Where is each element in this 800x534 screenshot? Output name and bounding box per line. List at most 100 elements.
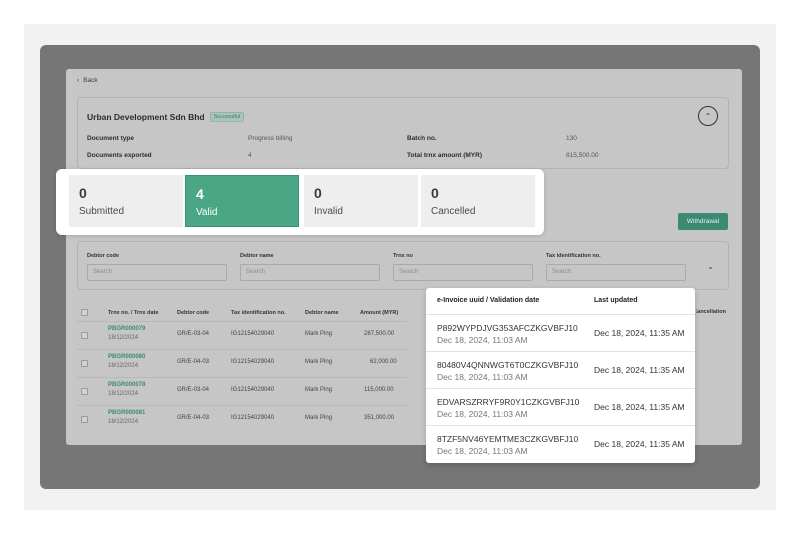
stat-valid[interactable]: 4 Valid xyxy=(185,175,299,227)
table-row[interactable]: PBGR000081 18/12/2024 GR/E-04-03 IG12154… xyxy=(77,405,407,433)
stat-cancelled-label: Cancelled xyxy=(431,206,476,217)
total-amount-label: Total trnx amount (MYR) xyxy=(407,152,482,159)
trnx-number[interactable]: PBGR000080 xyxy=(108,354,145,360)
tax-id: IG12154029040 xyxy=(231,387,275,393)
validation-date: Dec 18, 2024, 11:03 AM xyxy=(437,335,528,345)
einvoice-uuid: 80480V4QNNWGT6T0CZKGVBFJ10 xyxy=(437,360,579,370)
validation-date: Dec 18, 2024, 11:03 AM xyxy=(437,372,528,382)
trnx-date: 18/12/2024 xyxy=(108,335,139,341)
stat-valid-count: 4 xyxy=(196,186,204,202)
popup-row: 8TZF5NV46YEMTME3CZKGVBFJ10 Dec 18, 2024,… xyxy=(426,425,695,462)
popup-row: P892WYPDJVG353AFCZKGVBFJ10 Dec 18, 2024,… xyxy=(426,314,695,351)
tax-id: IG12154029040 xyxy=(231,359,275,365)
column-header-debtor-name: Debtor name xyxy=(305,310,339,316)
popup-header-uuid: e-Invoice uuid / Validation date xyxy=(437,297,540,304)
stat-cancelled[interactable]: 0 Cancelled xyxy=(421,175,535,227)
debtor-name: Mark Ping xyxy=(305,331,333,337)
debtor-name-search-input[interactable]: Search xyxy=(240,264,380,281)
last-updated: Dec 18, 2024, 11:35 AM xyxy=(594,439,685,449)
trnx-date: 18/12/2024 xyxy=(108,419,139,425)
amount: 62,000.00 xyxy=(370,359,397,365)
stat-submitted[interactable]: 0 Submitted xyxy=(69,175,183,227)
table-row[interactable]: PBGR000079 18/12/2024 GR/E-03-04 IG12154… xyxy=(77,321,407,349)
documents-exported-label: Documents exported xyxy=(87,152,152,159)
tax-id-search-input[interactable]: Search xyxy=(546,264,686,281)
last-updated: Dec 18, 2024, 11:35 AM xyxy=(594,402,685,412)
popup-row: EDVARSZRRYF9R0Y1CZKGVBFJ10 Dec 18, 2024,… xyxy=(426,388,695,425)
document-type-value: Progress billing xyxy=(248,135,293,142)
debtor-name: Mark Ping xyxy=(305,359,333,365)
select-all-checkbox[interactable] xyxy=(81,309,88,316)
einvoice-uuid: 8TZF5NV46YEMTME3CZKGVBFJ10 xyxy=(437,434,579,444)
back-link[interactable]: ‹ Back xyxy=(77,77,98,84)
debtor-code-search-input[interactable]: Search xyxy=(87,264,227,281)
stat-invalid[interactable]: 0 Invalid xyxy=(304,175,418,227)
debtor-name: Mark Ping xyxy=(305,415,333,421)
debtor-code: GR/E-04-03 xyxy=(177,415,210,421)
column-header-debtor-code: Debtor code xyxy=(177,310,210,316)
filter-label-tax-id: Tax identification no. xyxy=(546,253,601,259)
debtor-name: Mark Ping xyxy=(305,387,333,393)
table-row[interactable]: PBGR000080 18/12/2024 GR/E-04-03 IG12154… xyxy=(77,349,407,377)
einvoice-uuid: P892WYPDJVG353AFCZKGVBFJ10 xyxy=(437,323,578,333)
popup-header-last-updated: Last updated xyxy=(594,297,638,304)
last-updated: Dec 18, 2024, 11:35 AM xyxy=(594,365,685,375)
documents-exported-value: 4 xyxy=(248,152,252,159)
einvoice-details-popup: e-Invoice uuid / Validation date Last up… xyxy=(426,288,695,463)
batch-no-label: Batch no. xyxy=(407,135,437,142)
total-amount-value: 815,500.00 xyxy=(566,152,599,159)
chevron-down-icon[interactable]: ⌄ xyxy=(707,262,714,271)
row-checkbox[interactable] xyxy=(81,416,88,423)
stat-valid-label: Valid xyxy=(196,207,218,218)
chevron-left-icon: ‹ xyxy=(77,77,80,84)
row-checkbox[interactable] xyxy=(81,332,88,339)
withdrawal-button[interactable]: Withdrawal xyxy=(678,213,728,230)
last-updated: Dec 18, 2024, 11:35 AM xyxy=(594,328,685,338)
debtor-code: GR/E-03-04 xyxy=(177,331,210,337)
debtor-code: GR/E-03-04 xyxy=(177,387,210,393)
stat-invalid-count: 0 xyxy=(314,185,322,201)
einvoice-uuid: EDVARSZRRYF9R0Y1CZKGVBFJ10 xyxy=(437,397,580,407)
debtor-code: GR/E-04-03 xyxy=(177,359,210,365)
table-row[interactable]: PBGR000078 18/12/2024 GR/E-03-04 IG12154… xyxy=(77,377,407,405)
document-type-label: Document type xyxy=(87,135,134,142)
trnx-number[interactable]: PBGR000079 xyxy=(108,326,145,332)
stat-invalid-label: Invalid xyxy=(314,206,343,217)
filter-label-trnx-no: Trnx no xyxy=(393,253,413,259)
amount: 287,500.00 xyxy=(364,331,395,337)
popup-row: 80480V4QNNWGT6T0CZKGVBFJ10 Dec 18, 2024,… xyxy=(426,351,695,388)
row-checkbox[interactable] xyxy=(81,388,88,395)
row-checkbox[interactable] xyxy=(81,360,88,367)
trnx-number[interactable]: PBGR000078 xyxy=(108,382,145,388)
column-header-cancellation: Cancellation xyxy=(696,309,726,315)
column-header-trnx: Trnx no. / Trnx date xyxy=(108,310,159,316)
chevron-up-icon: ⌃ xyxy=(704,111,712,121)
validation-date: Dec 18, 2024, 11:03 AM xyxy=(437,409,528,419)
column-header-tax-id: Tax identification no. xyxy=(231,310,286,316)
tax-id: IG12154029040 xyxy=(231,415,275,421)
trnx-no-search-input[interactable]: Search xyxy=(393,264,533,281)
trnx-number[interactable]: PBGR000081 xyxy=(108,410,145,416)
company-header: Urban Development Sdn Bhd Successful xyxy=(87,112,245,122)
filter-label-debtor-code: Debtor code xyxy=(87,253,120,259)
stat-cancelled-count: 0 xyxy=(431,185,439,201)
stat-submitted-count: 0 xyxy=(79,185,87,201)
company-name: Urban Development Sdn Bhd xyxy=(87,112,205,122)
trnx-date: 18/12/2024 xyxy=(108,363,139,369)
stat-submitted-label: Submitted xyxy=(79,206,125,217)
popup-header: e-Invoice uuid / Validation date Last up… xyxy=(426,288,695,314)
filter-bar: Debtor code Search Debtor name Search Tr… xyxy=(77,241,729,290)
back-label: Back xyxy=(83,77,98,84)
trnx-date: 18/12/2024 xyxy=(108,391,139,397)
batch-no-value: 130 xyxy=(566,135,577,142)
validation-date: Dec 18, 2024, 11:03 AM xyxy=(437,446,528,456)
tax-id: IG12154029040 xyxy=(231,331,275,337)
collapse-button[interactable]: ⌃ xyxy=(698,106,718,126)
status-badge: Successful xyxy=(209,112,245,122)
filter-label-debtor-name: Debtor name xyxy=(240,253,274,259)
batch-summary-card: Urban Development Sdn Bhd Successful Doc… xyxy=(77,97,729,169)
status-stats-card: 0 Submitted 4 Valid 0 Invalid 0 Cancelle… xyxy=(56,169,544,235)
amount: 115,000.00 xyxy=(364,387,394,393)
amount: 351,000.00 xyxy=(364,415,395,421)
column-header-amount: Amount (MYR) xyxy=(360,310,399,316)
